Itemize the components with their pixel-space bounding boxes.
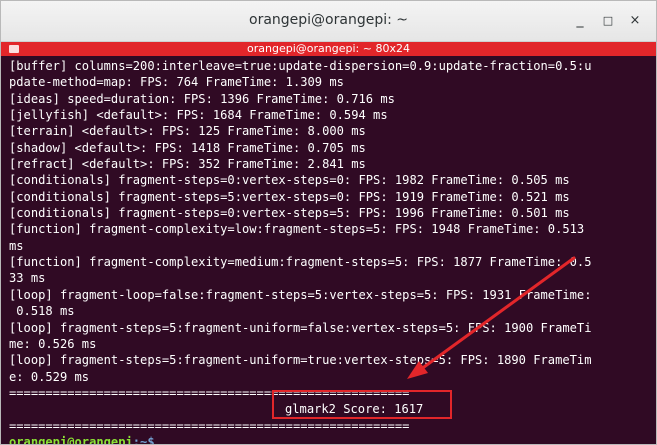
terminal-line: [function] fragment-complexity=low:fragm… [9,222,585,237]
cursor [155,435,162,444]
terminal-line: 0.518 ms [9,304,75,319]
terminal-line: ms [9,238,24,253]
terminal-line: [shadow] <default>: FPS: 1418 FrameTime:… [9,140,366,155]
terminal-line: 33 ms [9,271,46,286]
shell-prompt[interactable]: orangepi@orangepi:~$ [9,434,651,444]
terminal-line: [loop] fragment-loop=false:fragment-step… [9,287,592,302]
terminal-line: [ideas] speed=duration: FPS: 1396 FrameT… [9,91,395,106]
terminal-line: me: 0.526 ms [9,336,97,351]
maximize-button[interactable]: □ [598,11,618,31]
terminal-line: pdate-method=map: FPS: 764 FrameTime: 1.… [9,75,344,90]
window-title: orangepi@orangepi: ~ [249,12,408,28]
terminal-line: e: 0.529 ms [9,369,90,384]
terminal-tab-bar[interactable]: orangepi@orangepi: ~ 80x24 [1,42,656,56]
score-highlight-box [272,390,452,419]
terminal-line: [function] fragment-complexity=medium:fr… [9,255,592,270]
prompt-path: :~$ [132,434,155,444]
minimize-button[interactable]: _ [570,10,590,30]
terminal-line: [loop] fragment-steps=5:fragment-uniform… [9,353,592,368]
terminal-window: orangepi@orangepi: ~ _ □ × orangepi@oran… [0,0,657,445]
terminal-line: [jellyfish] <default>: FPS: 1684 FrameTi… [9,108,388,123]
close-button[interactable]: × [625,11,645,31]
tab-title: orangepi@orangepi: ~ 80x24 [247,42,410,55]
title-bar[interactable]: orangepi@orangepi: ~ _ □ × [1,1,656,42]
terminal-line: [conditionals] fragment-steps=0:vertex-s… [9,206,570,221]
separator-line: ========================================… [9,418,410,433]
terminal-line: [conditionals] fragment-steps=5:vertex-s… [9,189,570,204]
terminal-output[interactable]: [buffer] columns=200:interleave=true:upd… [9,58,651,444]
terminal-line: [buffer] columns=200:interleave=true:upd… [9,59,592,73]
terminal-line: [refract] <default>: FPS: 352 FrameTime:… [9,157,366,172]
terminal-line: [terrain] <default>: FPS: 125 FrameTime:… [9,124,366,139]
terminal-line: [conditionals] fragment-steps=0:vertex-s… [9,173,570,188]
terminal-line: [loop] fragment-steps=5:fragment-uniform… [9,320,592,335]
